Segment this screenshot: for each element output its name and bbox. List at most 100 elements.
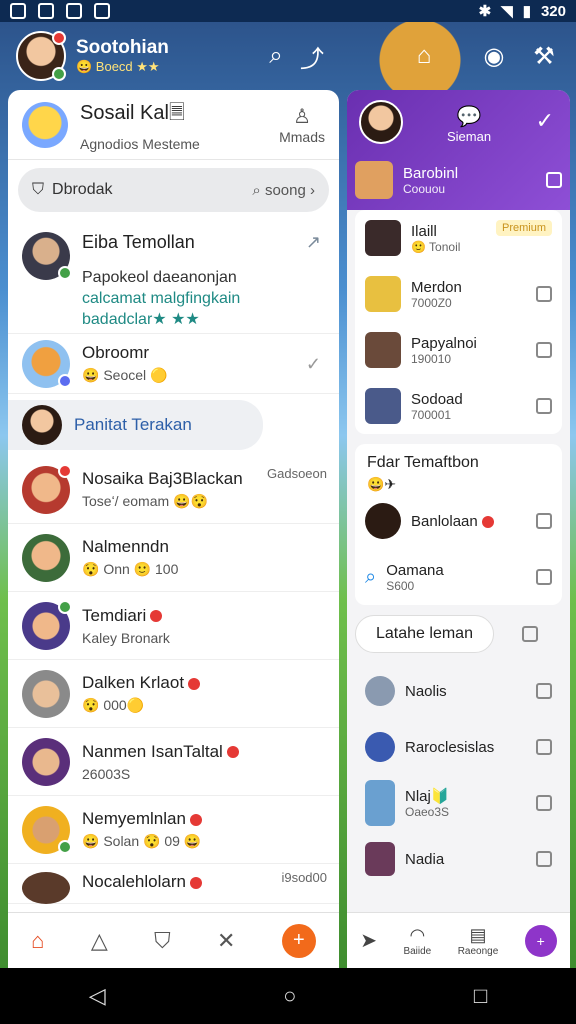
- add-button[interactable]: +: [281, 923, 316, 958]
- add-button[interactable]: +: [524, 924, 557, 957]
- list-item[interactable]: Nanmen IsanTaltal 26003S: [8, 728, 339, 796]
- item-sub: Oaeo3S: [405, 805, 450, 819]
- clipboard-icon[interactable]: [521, 626, 538, 642]
- right-list-item[interactable]: Nadia: [355, 831, 562, 887]
- right-avatar[interactable]: [359, 100, 403, 144]
- list-item-name: Panitat Terakan: [74, 415, 192, 434]
- online-badge: [52, 67, 66, 81]
- right-list-item[interactable]: ⌕ Oamana S600: [355, 549, 562, 605]
- profile-sub: 😀 Boecd ★★: [76, 59, 160, 74]
- user-avatar-small[interactable]: ◉: [476, 42, 512, 71]
- panel-subtitle: Agnodios Mesteme: [80, 135, 200, 152]
- square-icon[interactable]: [536, 513, 552, 529]
- back-icon[interactable]: ◁: [89, 983, 106, 1009]
- list-item-name: Nocalehlolarn: [82, 872, 202, 892]
- list-item-highlight[interactable]: Panitat Terakan: [8, 400, 263, 450]
- home-icon[interactable]: ⌂: [406, 42, 442, 70]
- chat-label: Sieman: [447, 129, 492, 144]
- list-item-sub: 😯 Onn 🙂 100: [82, 561, 179, 577]
- battery-icon: ▮: [522, 3, 531, 20]
- list-item[interactable]: Temdiari Kaley Bronark: [8, 592, 339, 660]
- search-right-label[interactable]: ⌕ soong ›: [252, 182, 315, 199]
- nav-item-3[interactable]: ▤ Raeonge: [458, 925, 499, 957]
- panel-title: Sosail Kal🗏: [80, 101, 186, 124]
- item-name: Sodoad: [411, 390, 463, 408]
- feature-card[interactable]: Eiba Temollan Papokeol daeanonjan calcam…: [8, 220, 339, 334]
- right-bottom-nav: ➤ ◠ Baiide ▤ Raeonge +: [347, 912, 570, 968]
- avatar: [22, 533, 70, 582]
- list-item[interactable]: Obroomr 😀 Seocel 🟡 ✓: [8, 334, 339, 394]
- check-icon[interactable]: ✓: [536, 108, 554, 134]
- search-bar[interactable]: ⛉ Dbrodak ⌕ soong ›: [18, 168, 329, 212]
- square-icon[interactable]: [536, 342, 552, 358]
- status-bar: ✱ ◥ ▮ 320: [0, 0, 576, 22]
- right-list-item[interactable]: Ilaill 🙂 Tonoil Premium: [355, 210, 562, 266]
- list-item[interactable]: Nosaika Baj3Blackan Toseʻ/ eomam 😀😯 Gads…: [8, 456, 339, 524]
- avatar: [22, 737, 70, 786]
- right-list-item[interactable]: Merdon 7000Z0: [355, 266, 562, 322]
- left-panel-header: Sosail Kal🗏 Agnodios Mesteme ♙ Mmads: [8, 90, 339, 160]
- recents-icon[interactable]: □: [474, 983, 487, 1009]
- nav-item-2[interactable]: ◠ Baiide: [403, 925, 431, 957]
- list-item-sub: Kaley Bronark: [82, 629, 170, 646]
- right-card: Ilaill 🙂 Tonoil Premium Merdon 7000Z0 Pa…: [355, 210, 562, 434]
- home-nav-icon[interactable]: ⌂: [31, 928, 44, 954]
- right-list-item[interactable]: Naolis: [355, 663, 562, 719]
- item-sub: 🙂 Tonoil: [411, 239, 461, 254]
- search-icon[interactable]: ⌕: [258, 42, 294, 70]
- trend-icon[interactable]: ↗: [306, 232, 321, 253]
- item-sub: 700001: [411, 407, 452, 422]
- clock: 320: [540, 2, 566, 20]
- avatar: [22, 872, 70, 904]
- chat-button[interactable]: 💬 Sieman: [447, 104, 491, 144]
- square-icon[interactable]: [536, 286, 552, 302]
- square-icon[interactable]: [536, 739, 552, 755]
- right-list-item[interactable]: Banlolaan: [355, 493, 562, 549]
- list-item[interactable]: Nocalehlolarn i9sod00: [8, 864, 339, 904]
- list-item-name: Dalken Krlaot: [82, 673, 201, 693]
- avatar: [365, 276, 401, 312]
- top-item-sub: Coouou: [403, 181, 446, 196]
- tools-icon[interactable]: ⚒: [526, 42, 562, 71]
- status-badge: [58, 373, 72, 388]
- avatar: [365, 503, 401, 539]
- online-badge: [58, 599, 72, 614]
- tasks-nav-icon[interactable]: ✕: [217, 928, 235, 954]
- right-list-item[interactable]: Nlaj🔰 Oaeo3S: [355, 775, 562, 831]
- item-name: Papyalnoi: [411, 334, 477, 352]
- bag-nav-icon[interactable]: △: [91, 928, 108, 954]
- right-list-item[interactable]: Papyalnoi 190010: [355, 322, 562, 378]
- list-item-sub: 😀 Seocel 🟡: [82, 367, 168, 383]
- profile-avatar[interactable]: [16, 31, 66, 81]
- square-icon[interactable]: [536, 795, 552, 811]
- send-icon[interactable]: ➤: [360, 928, 377, 953]
- manage-button[interactable]: ♙ Mmads: [279, 104, 325, 145]
- right-list-item[interactable]: Raroclesislas: [355, 719, 562, 775]
- square-icon[interactable]: [546, 172, 562, 188]
- home-circle-icon[interactable]: ○: [283, 983, 296, 1009]
- list-item[interactable]: Nemyemlnlan 😀 Solan 😯 09 😀: [8, 796, 339, 864]
- square-icon[interactable]: [536, 683, 552, 699]
- item-name: Oamana: [386, 561, 444, 579]
- latest-friends-button[interactable]: Latahe leman: [355, 615, 494, 653]
- square-icon[interactable]: [536, 569, 552, 585]
- list-item-meta: Gadsoeon: [267, 466, 327, 481]
- search-label: Dbrodak: [52, 181, 113, 198]
- bottom-nav: ⌂ △ ⛉ ✕ +: [8, 912, 339, 968]
- app-logo: [22, 101, 68, 148]
- avatar: [365, 676, 395, 706]
- notification-badge: [52, 31, 66, 45]
- online-badge: [58, 266, 72, 280]
- square-icon[interactable]: [536, 398, 552, 414]
- share-icon[interactable]: ⤴: [294, 39, 330, 74]
- feature-title: Eiba Temollan: [82, 232, 195, 252]
- list-item[interactable]: Dalken Krlaot 😯 000🟡: [8, 660, 339, 728]
- right-list: Naolis Raroclesislas Nlaj🔰 Oaeo3S Nadia: [355, 663, 562, 887]
- shield-nav-icon[interactable]: ⛉: [154, 928, 171, 954]
- list-item[interactable]: Nalmenndn 😯 Onn 🙂 100: [8, 524, 339, 592]
- square-icon[interactable]: [536, 851, 552, 867]
- right-top-item[interactable]: Barobinl Coouou: [355, 158, 562, 202]
- item-name: Naolis: [405, 682, 447, 700]
- right-list-item[interactable]: Sodoad 700001: [355, 378, 562, 434]
- check-icon[interactable]: ✓: [306, 354, 321, 375]
